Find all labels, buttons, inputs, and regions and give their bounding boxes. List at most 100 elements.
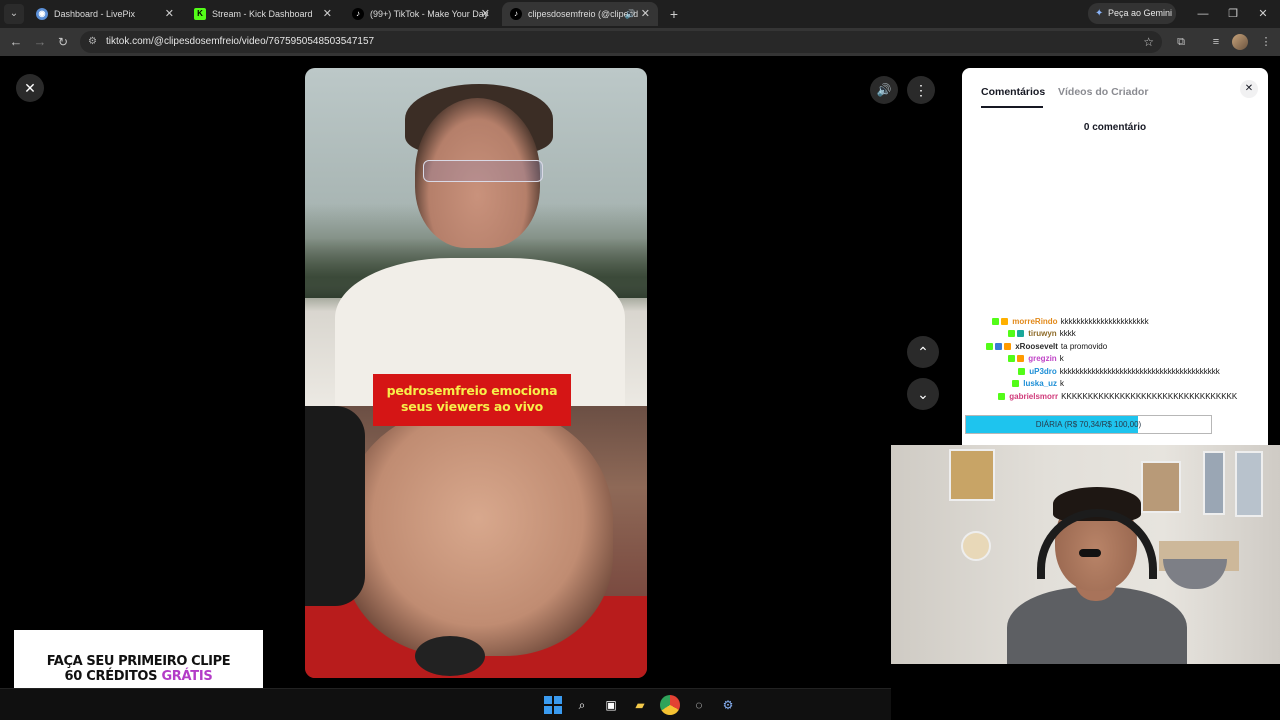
active-tab-indicator — [981, 106, 1043, 108]
streamer — [1007, 487, 1187, 664]
previous-video-chevron-up-icon[interactable]: ⌃ — [907, 336, 939, 368]
streamer-mic — [1079, 549, 1101, 557]
extensions-icon[interactable]: ⧉ — [1171, 32, 1191, 52]
more-options-icon[interactable]: ⋮ — [907, 76, 935, 104]
gift-badge-icon — [1004, 343, 1011, 351]
task-view-icon[interactable]: ▣ — [601, 695, 621, 715]
gemini-label: Peça ao Gemini — [1108, 8, 1173, 18]
search-icon[interactable]: ⌕ — [572, 695, 592, 715]
verified-badge-icon — [986, 343, 993, 351]
chat-username: luska_uz — [1023, 379, 1058, 388]
minimize-icon[interactable]: — — [1190, 4, 1216, 24]
profile-avatar[interactable] — [1232, 34, 1248, 50]
video-microphone — [415, 636, 485, 676]
gift-badge-icon — [1017, 355, 1024, 363]
close-tab-icon[interactable]: ✕ — [481, 2, 490, 26]
tab-creator-videos[interactable]: Vídeos do Criador — [1058, 86, 1148, 98]
video-player[interactable]: pedrosemfreio emociona seus viewers ao v… — [305, 68, 647, 678]
chat-text: kkkkkkkkkkkkkkkkkkkkkkkkkkkkkkkkkkkkkkkk — [1059, 367, 1220, 376]
verified-badge-icon — [1012, 380, 1019, 388]
gemini-sparkle-icon: ✦ — [1095, 8, 1104, 19]
ask-gemini-button[interactable]: ✦ Peça ao Gemini — [1088, 3, 1176, 24]
media-controls-icon[interactable]: ≡ — [1206, 32, 1226, 52]
chat-message: uP3dro kkkkkkkkkkkkkkkkkkkkkkkkkkkkkkkkkk… — [1018, 366, 1220, 378]
tab-title: Stream - Kick Dashboard — [212, 9, 313, 19]
tab-search-chevron-icon[interactable]: ⌄ — [4, 4, 24, 24]
tab-kick-dashboard[interactable]: K Stream - Kick Dashboard ✕ — [186, 2, 340, 26]
comment-count: 0 comentário — [1083, 122, 1147, 133]
chat-message: gregzin k — [1008, 353, 1064, 365]
chrome-icon[interactable] — [660, 695, 680, 715]
chat-message: gabrielsmorr KKKKKKKKKKKKKKKKKKKKKKKKKKKK… — [998, 391, 1237, 403]
next-video-chevron-down-icon[interactable]: ⌄ — [907, 378, 939, 410]
url-text: tiktok.com/@clipesdosemfreio/video/76759… — [106, 36, 375, 47]
promo-headline: FAÇA SEU PRIMEIRO CLIPE — [46, 654, 231, 669]
tiktok-icon: ♪ — [510, 8, 522, 20]
tab-title: clipesdosemfreio (@clipesd — [528, 9, 639, 19]
screen: ⌄ ◉ Dashboard - LivePix ✕ K Stream - Kic… — [0, 0, 1280, 720]
trophy-badge-icon — [1001, 318, 1008, 326]
tab-livepix[interactable]: ◉ Dashboard - LivePix ✕ — [28, 2, 182, 26]
video-headphone — [305, 406, 365, 606]
wall-poster — [949, 449, 995, 501]
video-face-closeup — [343, 406, 613, 656]
video-glasses — [423, 160, 543, 182]
browser-tab-bar: ⌄ ◉ Dashboard - LivePix ✕ K Stream - Kic… — [0, 0, 1280, 28]
chat-text: k — [1059, 354, 1064, 363]
verified-badge-icon — [992, 318, 999, 326]
chat-message: xRoosevelt ta promovido — [986, 341, 1107, 353]
video-top-frame — [305, 68, 647, 408]
verified-badge-icon — [998, 393, 1005, 401]
bookmark-star-icon[interactable]: ☆ — [1143, 31, 1154, 53]
file-explorer-icon[interactable]: ▰ — [630, 695, 650, 715]
site-settings-icon[interactable]: ⚙ — [88, 31, 97, 53]
address-bar[interactable]: ⚙ tiktok.com/@clipesdosemfreio/video/767… — [80, 31, 1162, 53]
kick-icon: K — [194, 8, 206, 20]
close-panel-icon[interactable]: ✕ — [1240, 80, 1258, 98]
windows-taskbar: ⌕ ▣ ▰ ◌ ⚙ — [0, 688, 891, 720]
chat-message: luska_uz k — [1012, 378, 1064, 390]
wall-poster — [1203, 451, 1225, 515]
steam-icon[interactable]: ⚙ — [718, 695, 738, 715]
speaker-icon[interactable]: 🔊 — [625, 2, 636, 26]
promo-subline: 60 CRÉDITOS GRÁTIS — [14, 669, 263, 684]
browser-menu-icon[interactable]: ⋮ — [1256, 32, 1276, 52]
reload-icon[interactable]: ↻ — [53, 32, 73, 52]
chat-text: k — [1060, 379, 1065, 388]
close-tab-icon[interactable]: ✕ — [641, 2, 650, 26]
streamer-headset — [1037, 509, 1157, 579]
chat-text: kkkkkkkkkkkkkkkkkkkkkk — [1060, 317, 1149, 326]
moderator-badge-icon — [995, 343, 1002, 351]
new-tab-button[interactable]: + — [664, 4, 684, 24]
volume-icon[interactable]: 🔊 — [870, 76, 898, 104]
tab-title: Dashboard - LivePix — [54, 9, 136, 19]
chat-text: kkkk — [1059, 329, 1076, 338]
promo-free: GRÁTIS — [161, 669, 213, 684]
back-arrow-icon[interactable]: ← — [6, 32, 26, 52]
maximize-icon[interactable]: ❐ — [1220, 4, 1246, 24]
promo-credits: 60 CRÉDITOS — [64, 669, 162, 684]
daily-goal-bar: DIÁRIA (R$ 70,34/R$ 100,00) — [965, 415, 1212, 434]
goal-label: DIÁRIA (R$ 70,34/R$ 100,00) — [1035, 420, 1142, 429]
tab-comments[interactable]: Comentários — [981, 86, 1045, 98]
chat-username: gabrielsmorr — [1009, 392, 1059, 401]
tab-tiktok-home[interactable]: ♪ (99+) TikTok - Make Your Day ✕ — [344, 2, 498, 26]
browser-toolbar: ← → ↻ ⚙ tiktok.com/@clipesdosemfreio/vid… — [0, 28, 1280, 56]
close-tab-icon[interactable]: ✕ — [323, 2, 332, 26]
tab-tiktok-video[interactable]: ♪ clipesdosemfreio (@clipesd 🔊 ✕ — [502, 2, 658, 26]
windows-start-icon[interactable] — [543, 695, 563, 715]
app-icon[interactable]: ◌ — [689, 695, 709, 715]
chat-username: tiruwyn — [1028, 329, 1057, 338]
chat-text: ta promovido — [1060, 342, 1108, 351]
close-tab-icon[interactable]: ✕ — [165, 2, 174, 26]
verified-badge-icon — [1008, 355, 1015, 363]
window-close-icon[interactable]: ✕ — [1250, 4, 1276, 24]
chat-username: morreRindo — [1012, 317, 1058, 326]
chat-message: tiruwyn kkkk — [1008, 328, 1076, 340]
wall-poster — [1235, 451, 1263, 517]
forward-arrow-icon[interactable]: → — [30, 32, 50, 52]
chat-text: KKKKKKKKKKKKKKKKKKKKKKKKKKKKKKKKK — [1061, 392, 1238, 401]
subscriber-badge-icon — [1017, 330, 1024, 338]
chat-username: gregzin — [1028, 354, 1057, 363]
close-viewer-button[interactable]: ✕ — [16, 74, 44, 102]
